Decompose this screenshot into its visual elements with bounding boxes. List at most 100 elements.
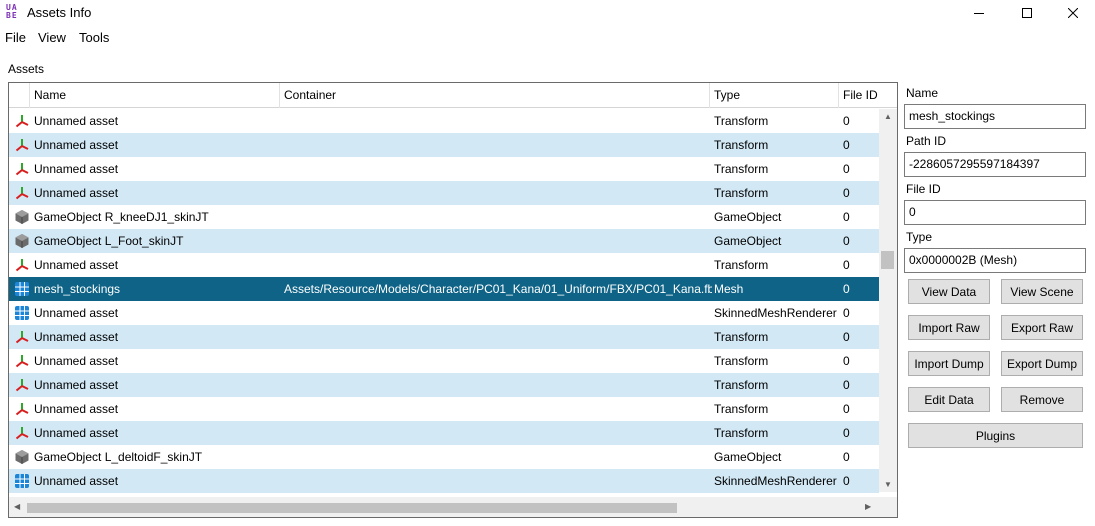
row-type: Mesh [714,282,744,296]
import-dump-button[interactable]: Import Dump [908,351,990,376]
header-file-id[interactable]: File ID [839,83,879,108]
table-row[interactable]: Unnamed asset Transform 0 [9,157,879,181]
table-row[interactable]: GameObject R_kneeDJ1_skinJT GameObject 0 [9,205,879,229]
table-row[interactable]: Unnamed asset Transform 0 [9,253,879,277]
row-type: GameObject [714,210,782,224]
table-row[interactable]: GameObject L_Foot_skinJT GameObject 0 [9,229,879,253]
row-name: Unnamed asset [34,378,119,392]
vertical-scrollbar[interactable]: ▲ ▼ [879,109,897,492]
row-type: Transform [714,114,769,128]
scroll-right-icon[interactable]: ▶ [865,502,871,511]
close-button[interactable] [1050,0,1095,26]
uabe-logo-icon: UA BE [6,3,18,20]
gameobject-icon [13,229,31,253]
header-icon-column[interactable] [9,83,30,108]
row-container: Assets/Resource/Models/Character/PC01_Ka… [284,282,712,296]
row-name: Unnamed asset [34,330,119,344]
vertical-scroll-thumb[interactable] [881,251,894,269]
row-file-id: 0 [843,474,850,488]
close-icon [1068,8,1078,18]
path-id-field[interactable]: -2286057295597184397 [904,152,1086,177]
row-name: mesh_stockings [34,282,121,296]
view-scene-button[interactable]: View Scene [1001,279,1083,304]
row-container [284,325,712,349]
row-type: Transform [714,162,769,176]
scroll-left-icon[interactable]: ◀ [14,502,20,511]
table-row[interactable]: Unnamed asset Transform 0 [9,181,879,205]
type-field[interactable]: 0x0000002B (Mesh) [904,248,1086,273]
header-name[interactable]: Name [30,83,280,108]
mesh-icon [13,469,31,493]
table-row[interactable]: Unnamed asset Transform 0 [9,133,879,157]
gameobject-icon [13,445,31,469]
row-name: GameObject L_deltoidF_skinJT [34,450,203,464]
row-type: Transform [714,138,769,152]
table-row[interactable]: Unnamed asset SkinnedMeshRenderer 0 [9,469,879,493]
file-id-field[interactable]: 0 [904,200,1086,225]
remove-button[interactable]: Remove [1001,387,1083,412]
type-label: Type [906,230,933,244]
row-container [284,301,712,325]
table-row-selected[interactable]: mesh_stockings Assets/Resource/Models/Cha… [9,277,879,301]
header-type[interactable]: Type [710,83,839,108]
row-type: Transform [714,330,769,344]
row-file-id: 0 [843,258,850,272]
name-label: Name [906,86,939,100]
grid-header: Name Container Type File ID [9,83,897,108]
mesh-icon [13,301,31,325]
row-type: Transform [714,426,769,440]
row-file-id: 0 [843,186,850,200]
name-field[interactable]: mesh_stockings [904,104,1086,129]
row-file-id: 0 [843,282,850,296]
row-file-id: 0 [843,426,850,440]
row-container [284,349,712,373]
table-row[interactable]: Unnamed asset Transform 0 [9,349,879,373]
table-row[interactable]: Unnamed asset Transform 0 [9,397,879,421]
horizontal-scroll-thumb[interactable] [27,503,677,513]
row-container [284,445,712,469]
table-row[interactable]: Unnamed asset Transform 0 [9,109,879,133]
view-data-button[interactable]: View Data [908,279,990,304]
transform-icon [13,157,31,181]
row-container [284,133,712,157]
row-name: Unnamed asset [34,474,119,488]
row-name: GameObject R_kneeDJ1_skinJT [34,210,209,224]
assets-group-label: Assets [8,62,45,76]
edit-data-button[interactable]: Edit Data [908,387,990,412]
export-raw-button[interactable]: Export Raw [1001,315,1083,340]
table-row[interactable]: Unnamed asset SkinnedMeshRenderer 0 [9,301,879,325]
row-file-id: 0 [843,378,850,392]
row-type: GameObject [714,234,782,248]
row-file-id: 0 [843,114,850,128]
row-name: Unnamed asset [34,114,119,128]
row-type: SkinnedMeshRenderer [714,306,837,320]
scroll-up-icon[interactable]: ▲ [884,112,892,121]
scroll-down-icon[interactable]: ▼ [884,480,892,489]
import-raw-button[interactable]: Import Raw [908,315,990,340]
row-type: Transform [714,186,769,200]
row-file-id: 0 [843,138,850,152]
transform-icon [13,133,31,157]
row-name: Unnamed asset [34,138,119,152]
minimize-button[interactable] [956,0,1002,26]
gameobject-icon [13,205,31,229]
row-name: Unnamed asset [34,426,119,440]
path-id-label: Path ID [906,134,947,148]
menu-tools[interactable]: Tools [79,30,109,45]
row-name: Unnamed asset [34,402,119,416]
horizontal-scrollbar[interactable]: ◀ ▶ [9,497,879,517]
transform-icon [13,421,31,445]
file-id-label: File ID [906,182,941,196]
menu-view[interactable]: View [38,30,66,45]
title-bar: UA BE Assets Info [0,0,1095,26]
table-row[interactable]: Unnamed asset Transform 0 [9,325,879,349]
menu-file[interactable]: File [5,30,26,45]
table-row[interactable]: Unnamed asset Transform 0 [9,421,879,445]
table-row[interactable]: Unnamed asset Transform 0 [9,373,879,397]
table-row[interactable]: GameObject L_deltoidF_skinJT GameObject 0 [9,445,879,469]
plugins-button[interactable]: Plugins [908,423,1083,448]
row-file-id: 0 [843,162,850,176]
header-container[interactable]: Container [280,83,710,108]
maximize-button[interactable] [1004,0,1050,26]
export-dump-button[interactable]: Export Dump [1001,351,1083,376]
